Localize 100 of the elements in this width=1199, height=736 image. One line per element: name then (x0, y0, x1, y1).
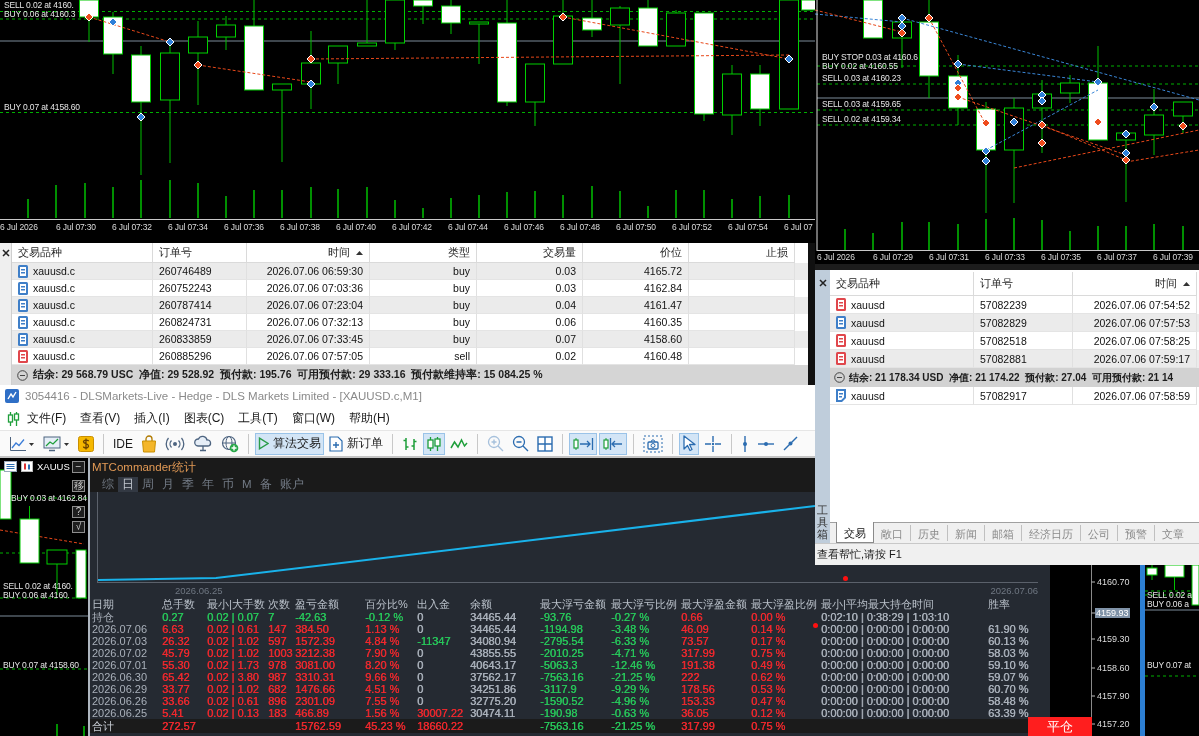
table-cell: 2026.07.06 07:33:45 (266, 333, 363, 345)
stats-tab[interactable]: 综 (98, 476, 118, 492)
table-cell: xauusd (851, 389, 885, 402)
table-cell: 32775.20 (470, 695, 516, 707)
table-cell: 260824731 (159, 316, 212, 328)
table-cell: 987 (268, 671, 287, 683)
table-cell: 0.62 % (751, 671, 786, 683)
table-cell: xauusd (851, 298, 885, 311)
table-cell: 26.32 (162, 635, 190, 647)
table-cell: -0.27 % (611, 611, 649, 623)
table-cell: 597 (268, 635, 287, 647)
close-icon[interactable] (1, 249, 10, 257)
stats-tab[interactable]: 备 (255, 476, 276, 492)
table-cell: 34080.94 (470, 635, 516, 647)
toolbox-tab[interactable]: 交易 (836, 522, 874, 543)
table-cell: 59.07 % (988, 671, 1029, 683)
ide-button[interactable]: IDE (110, 432, 136, 455)
table-row[interactable]: xauusd 57082881 2026.07.06 07:59:17 (830, 350, 1199, 368)
table-cell: 2026.07.06 07:54:52 (1093, 298, 1190, 311)
table-cell: 4165.72 (644, 265, 682, 277)
table-cell: 持仓 (92, 611, 114, 623)
table-cell: 896 (268, 695, 287, 707)
table-row[interactable]: xauusd 57082917 2026.07.06 07:58:59 (830, 387, 1199, 405)
column-header[interactable]: 交易品种 (830, 272, 974, 296)
screenshot-button[interactable] (640, 432, 666, 455)
table-cell: 0.02 | 1.02 (207, 647, 259, 659)
horizontal-line-icon (757, 439, 775, 448)
column-header: 次数 (268, 597, 290, 611)
stats-tab[interactable]: 季 (178, 476, 198, 492)
stats-tab[interactable]: M (238, 476, 256, 492)
table-cell: 0.12 % (751, 707, 786, 719)
table-cell: 2026.07.06 07:32:13 (266, 316, 363, 328)
column-header: 出入金 (417, 597, 450, 611)
menu-item[interactable]: 插入(I) (127, 408, 177, 429)
candlestick-icon[interactable] (7, 411, 20, 426)
table-cell: 2026.07.06 07:58:25 (1093, 334, 1190, 347)
column-header[interactable]: 时间 (1073, 272, 1197, 296)
table-cell: 0.49 % (751, 659, 786, 671)
stats-tab[interactable]: 月 (158, 476, 178, 492)
table-cell: 0.02 | 3.80 (207, 671, 259, 683)
menu-item[interactable]: 帮助(H) (342, 408, 397, 429)
stats-tab[interactable]: 周 (138, 476, 158, 492)
new-order-button[interactable]: 新订单 (326, 432, 386, 455)
marker-dot-icon (843, 576, 848, 581)
stats-tab[interactable]: 币 (218, 476, 238, 492)
table-cell: 2026.07.06 07:59:17 (1093, 352, 1190, 365)
column-header: 余额 (470, 597, 492, 611)
camera-icon (643, 434, 663, 453)
time-axis-label: 6 Jul 07:42 (392, 222, 432, 232)
menu-item[interactable]: 工具(T) (231, 408, 285, 429)
cursor-button[interactable] (679, 432, 699, 455)
stats-tab[interactable]: 年 (198, 476, 218, 492)
time-axis-label: 6 Jul 07:29 (873, 252, 913, 262)
table-row[interactable]: xauusd.c 260833859 2026.07.06 07:33:45 buy 0.07 4158.60 (12, 331, 808, 348)
menu-item[interactable]: 窗口(W) (284, 408, 342, 429)
column-header[interactable]: 订单号 (974, 272, 1073, 296)
table-cell: 2026.07.06 07:57:05 (266, 350, 363, 362)
table-cell: 2026.07.06 07:57:53 (1093, 316, 1190, 329)
table-cell: 3310.31 (295, 671, 335, 683)
chart-shift-button[interactable] (569, 432, 597, 455)
table-cell: 57082239 (980, 298, 1027, 311)
table-cell: 63.39 % (988, 707, 1029, 719)
table-cell: 55.30 (162, 659, 190, 671)
stats-tab[interactable]: 账户 (275, 476, 308, 492)
zoom-in-icon (487, 435, 504, 452)
table-cell: 0.02 | 1.73 (207, 659, 259, 671)
menu-item[interactable]: 图表(C) (176, 408, 232, 429)
auto-scroll-icon (602, 436, 624, 451)
table-cell: 30474.11 (470, 707, 516, 719)
table-row[interactable]: xauusd.c 260787414 2026.07.06 07:23:04 buy 0.04 4161.47 (12, 297, 808, 314)
menu-item[interactable]: 查看(V) (73, 408, 128, 429)
table-cell: 0:00:00 | 0:00:00 | 0:00:00 (821, 683, 950, 695)
date-axis-label: 2026.07.06 (990, 584, 1038, 596)
table-cell: 2026.07.06 07:03:36 (266, 282, 363, 294)
table-cell: 2026.07.06 (92, 623, 148, 635)
stats-tab[interactable]: 日 (118, 476, 138, 492)
table-cell: 33.66 (162, 695, 190, 707)
candlestick-button[interactable] (423, 432, 445, 455)
table-row[interactable]: xauusd.c 260746489 2026.07.06 06:59:30 buy 0.03 4165.72 (12, 263, 808, 280)
table-cell: xauusd.c (33, 350, 76, 362)
close-icon[interactable] (818, 279, 827, 287)
menu-item[interactable]: 文件(F) (20, 408, 74, 429)
collapse-icon[interactable] (17, 369, 28, 381)
table-cell: 0.75 % (751, 719, 786, 733)
table-cell: 0.02 | 0.61 (207, 623, 259, 635)
time-axis-label: 6 Jul 07:37 (1097, 252, 1137, 262)
table-row[interactable]: xauusd 57082829 2026.07.06 07:57:53 (830, 314, 1199, 332)
sort-ascending-icon (356, 250, 363, 255)
table-cell: 147 (268, 623, 287, 635)
grid-icon (537, 435, 553, 452)
auto-scroll-button[interactable] (599, 432, 627, 455)
table-cell: 18660.22 (417, 719, 463, 733)
collapse-icon[interactable] (834, 372, 845, 383)
algo-trading-button[interactable]: 算法交易 (255, 432, 324, 455)
time-axis-label: 6 Jul 07:40 (336, 222, 376, 232)
marker-dot-icon (813, 623, 818, 628)
table-cell: 2026.07.06 07:58:59 (1093, 389, 1190, 402)
table-cell: 0:00:00 | 0:00:00 | 0:00:00 (821, 623, 950, 635)
table-cell: 466.89 (295, 707, 329, 719)
table-cell: 1476.66 (295, 683, 335, 695)
